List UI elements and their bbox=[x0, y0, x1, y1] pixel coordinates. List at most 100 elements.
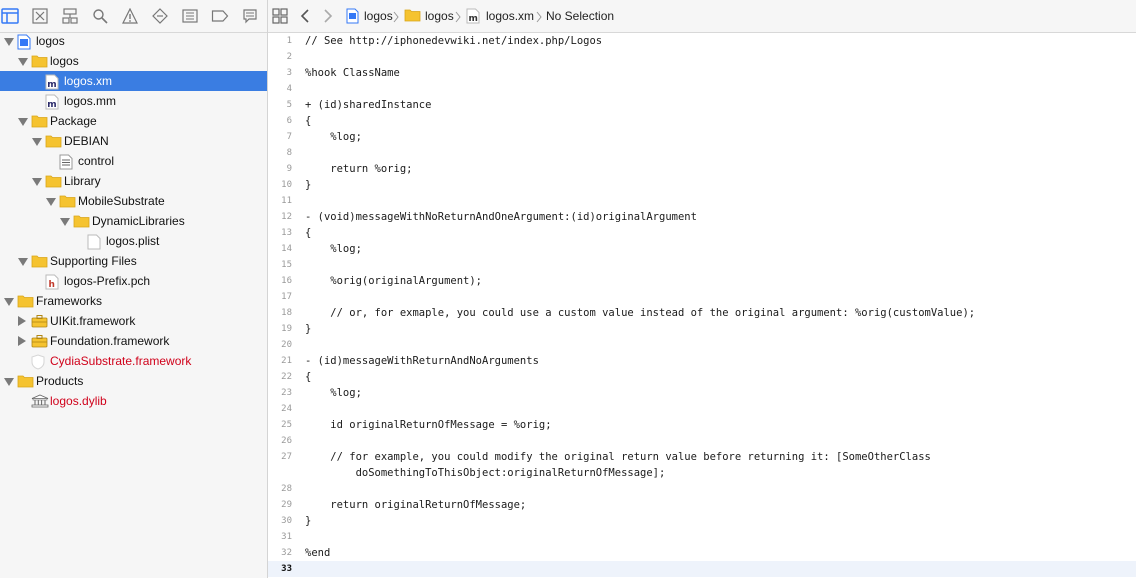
tree-item-logos-xm[interactable]: m logos.xm bbox=[0, 71, 267, 91]
jump-bar-selection[interactable]: No Selection bbox=[546, 0, 614, 32]
code-line[interactable]: 1 // See http://iphonedevwiki.net/index.p… bbox=[268, 33, 1136, 49]
code-line[interactable]: 33 bbox=[268, 561, 1136, 577]
code-line[interactable]: 27 // for example, you could modify the … bbox=[268, 449, 1136, 465]
debug-navigator-icon[interactable] bbox=[180, 6, 200, 26]
line-number: 5 bbox=[286, 100, 292, 110]
line-number: 31 bbox=[281, 532, 292, 542]
code-line[interactable]: 21 - (id)messageWithReturnAndNoArguments bbox=[268, 353, 1136, 369]
code-line-wrap[interactable]: doSomethingToThisObject:originalReturnOf… bbox=[268, 465, 1136, 481]
breakpoint-navigator-icon[interactable] bbox=[210, 6, 230, 26]
tree-item-package[interactable]: Package bbox=[0, 111, 267, 131]
disclosure-expanded-icon[interactable] bbox=[4, 378, 14, 386]
forward-chevron-icon[interactable] bbox=[323, 8, 333, 24]
code-line[interactable]: 15 bbox=[268, 257, 1136, 273]
toolbox-icon bbox=[31, 334, 48, 348]
code-line[interactable]: 10} bbox=[268, 177, 1136, 193]
code-line[interactable]: 32 %end bbox=[268, 545, 1136, 561]
line-number: 23 bbox=[281, 388, 292, 398]
tree-item-uikit-framework[interactable]: UIKit.framework bbox=[0, 311, 267, 331]
code-line[interactable]: 13 { bbox=[268, 225, 1136, 241]
disclosure-expanded-icon[interactable] bbox=[4, 298, 14, 306]
tree-item-cydiasubstrate-framework[interactable]: CydiaSubstrate.framework bbox=[0, 351, 267, 371]
tree-item-logos[interactable]: logos bbox=[0, 31, 267, 51]
disclosure-expanded-icon[interactable] bbox=[60, 218, 70, 226]
source-control-navigator-icon[interactable] bbox=[30, 6, 50, 26]
code-line[interactable]: 9 return %orig; bbox=[268, 161, 1136, 177]
symbol-navigator-icon[interactable] bbox=[60, 6, 80, 26]
code-line[interactable]: 17 bbox=[268, 289, 1136, 305]
tree-item-dynamiclibraries[interactable]: DynamicLibraries bbox=[0, 211, 267, 231]
disclosure-expanded-icon[interactable] bbox=[4, 38, 14, 46]
line-number: 12 bbox=[281, 212, 292, 222]
code-line[interactable]: 14 %log; bbox=[268, 241, 1136, 257]
code-line[interactable]: 22 { bbox=[268, 369, 1136, 385]
code-line[interactable]: 5 + (id)sharedInstance bbox=[268, 97, 1136, 113]
tree-item-products[interactable]: Products bbox=[0, 371, 267, 391]
folder-icon bbox=[59, 194, 76, 208]
code-line[interactable]: 16 %orig(originalArgument); bbox=[268, 273, 1136, 289]
code-line[interactable]: 31 bbox=[268, 529, 1136, 545]
code-line[interactable]: 3 %hook ClassName bbox=[268, 65, 1136, 81]
path-separator-icon bbox=[536, 11, 542, 23]
code-line[interactable]: 2 bbox=[268, 49, 1136, 65]
tree-item-logos-mm[interactable]: m logos.mm bbox=[0, 91, 267, 111]
m-file-icon: m bbox=[45, 94, 61, 110]
code-line[interactable]: 23 %log; bbox=[268, 385, 1136, 401]
related-items-icon[interactable] bbox=[272, 8, 288, 24]
tree-item-logos-prefix-pch[interactable]: h logos-Prefix.pch bbox=[0, 271, 267, 291]
tree-item-foundation-framework[interactable]: Foundation.framework bbox=[0, 331, 267, 351]
code-line[interactable]: 12 - (void)messageWithNoReturnAndOneArgum… bbox=[268, 209, 1136, 225]
code-line[interactable]: 24 bbox=[268, 401, 1136, 417]
disclosure-collapsed-icon[interactable] bbox=[18, 336, 26, 346]
code-line[interactable]: 6{ bbox=[268, 113, 1136, 129]
test-navigator-icon[interactable] bbox=[150, 6, 170, 26]
tree-item-supporting-files[interactable]: Supporting Files bbox=[0, 251, 267, 271]
disclosure-expanded-icon[interactable] bbox=[46, 198, 56, 206]
code-line[interactable]: 11 bbox=[268, 193, 1136, 209]
code-text: doSomethingToThisObject:originalReturnOf… bbox=[305, 467, 666, 479]
code-line[interactable]: 19} bbox=[268, 321, 1136, 337]
tree-item-label: MobileSubstrate bbox=[78, 194, 165, 208]
disclosure-expanded-icon[interactable] bbox=[32, 138, 42, 146]
code-text: // or, for exmaple, you could use a cust… bbox=[305, 307, 976, 319]
line-number: 16 bbox=[281, 276, 292, 286]
disclosure-expanded-icon[interactable] bbox=[18, 258, 28, 266]
code-text: - (void)messageWithNoReturnAndOneArgumen… bbox=[305, 211, 697, 223]
source-editor[interactable]: 1 // See http://iphonedevwiki.net/index.p… bbox=[268, 33, 1136, 578]
code-line[interactable]: 30} bbox=[268, 513, 1136, 529]
code-text: { bbox=[305, 371, 312, 383]
code-line[interactable]: 8 bbox=[268, 145, 1136, 161]
tree-item-library[interactable]: Library bbox=[0, 171, 267, 191]
tree-item-label: CydiaSubstrate.framework bbox=[50, 354, 192, 368]
code-text: return originalReturnOfMessage; bbox=[305, 499, 527, 511]
svg-text:m: m bbox=[47, 80, 56, 90]
tree-item-logos-plist[interactable]: logos.plist bbox=[0, 231, 267, 251]
code-line[interactable]: 18 // or, for exmaple, you could use a c… bbox=[268, 305, 1136, 321]
tree-item-mobilesubstrate[interactable]: MobileSubstrate bbox=[0, 191, 267, 211]
disclosure-expanded-icon[interactable] bbox=[18, 118, 28, 126]
find-navigator-icon[interactable] bbox=[90, 6, 110, 26]
code-line[interactable]: 26 bbox=[268, 433, 1136, 449]
code-line[interactable]: 4 bbox=[268, 81, 1136, 97]
path-separator-icon bbox=[455, 11, 461, 23]
code-line[interactable]: 28 bbox=[268, 481, 1136, 497]
issue-navigator-icon[interactable] bbox=[120, 6, 140, 26]
report-navigator-icon[interactable] bbox=[240, 6, 260, 26]
code-line[interactable]: 7 %log; bbox=[268, 129, 1136, 145]
tree-item-frameworks[interactable]: Frameworks bbox=[0, 291, 267, 311]
line-number: 14 bbox=[281, 244, 292, 254]
tree-item-control[interactable]: control bbox=[0, 151, 267, 171]
project-file-icon bbox=[346, 8, 359, 24]
tree-item-debian[interactable]: DEBIAN bbox=[0, 131, 267, 151]
disclosure-expanded-icon[interactable] bbox=[32, 178, 42, 186]
code-line[interactable]: 20 bbox=[268, 337, 1136, 353]
disclosure-expanded-icon[interactable] bbox=[18, 58, 28, 66]
tree-item-logos-dylib[interactable]: logos.dylib bbox=[0, 391, 267, 411]
tree-item-logos[interactable]: logos bbox=[0, 51, 267, 71]
disclosure-collapsed-icon[interactable] bbox=[18, 316, 26, 326]
back-chevron-icon[interactable] bbox=[300, 8, 310, 24]
code-line[interactable]: 25 id originalReturnOfMessage = %orig; bbox=[268, 417, 1136, 433]
project-navigator-icon[interactable] bbox=[0, 6, 20, 26]
line-number: 26 bbox=[281, 436, 292, 446]
code-line[interactable]: 29 return originalReturnOfMessage; bbox=[268, 497, 1136, 513]
